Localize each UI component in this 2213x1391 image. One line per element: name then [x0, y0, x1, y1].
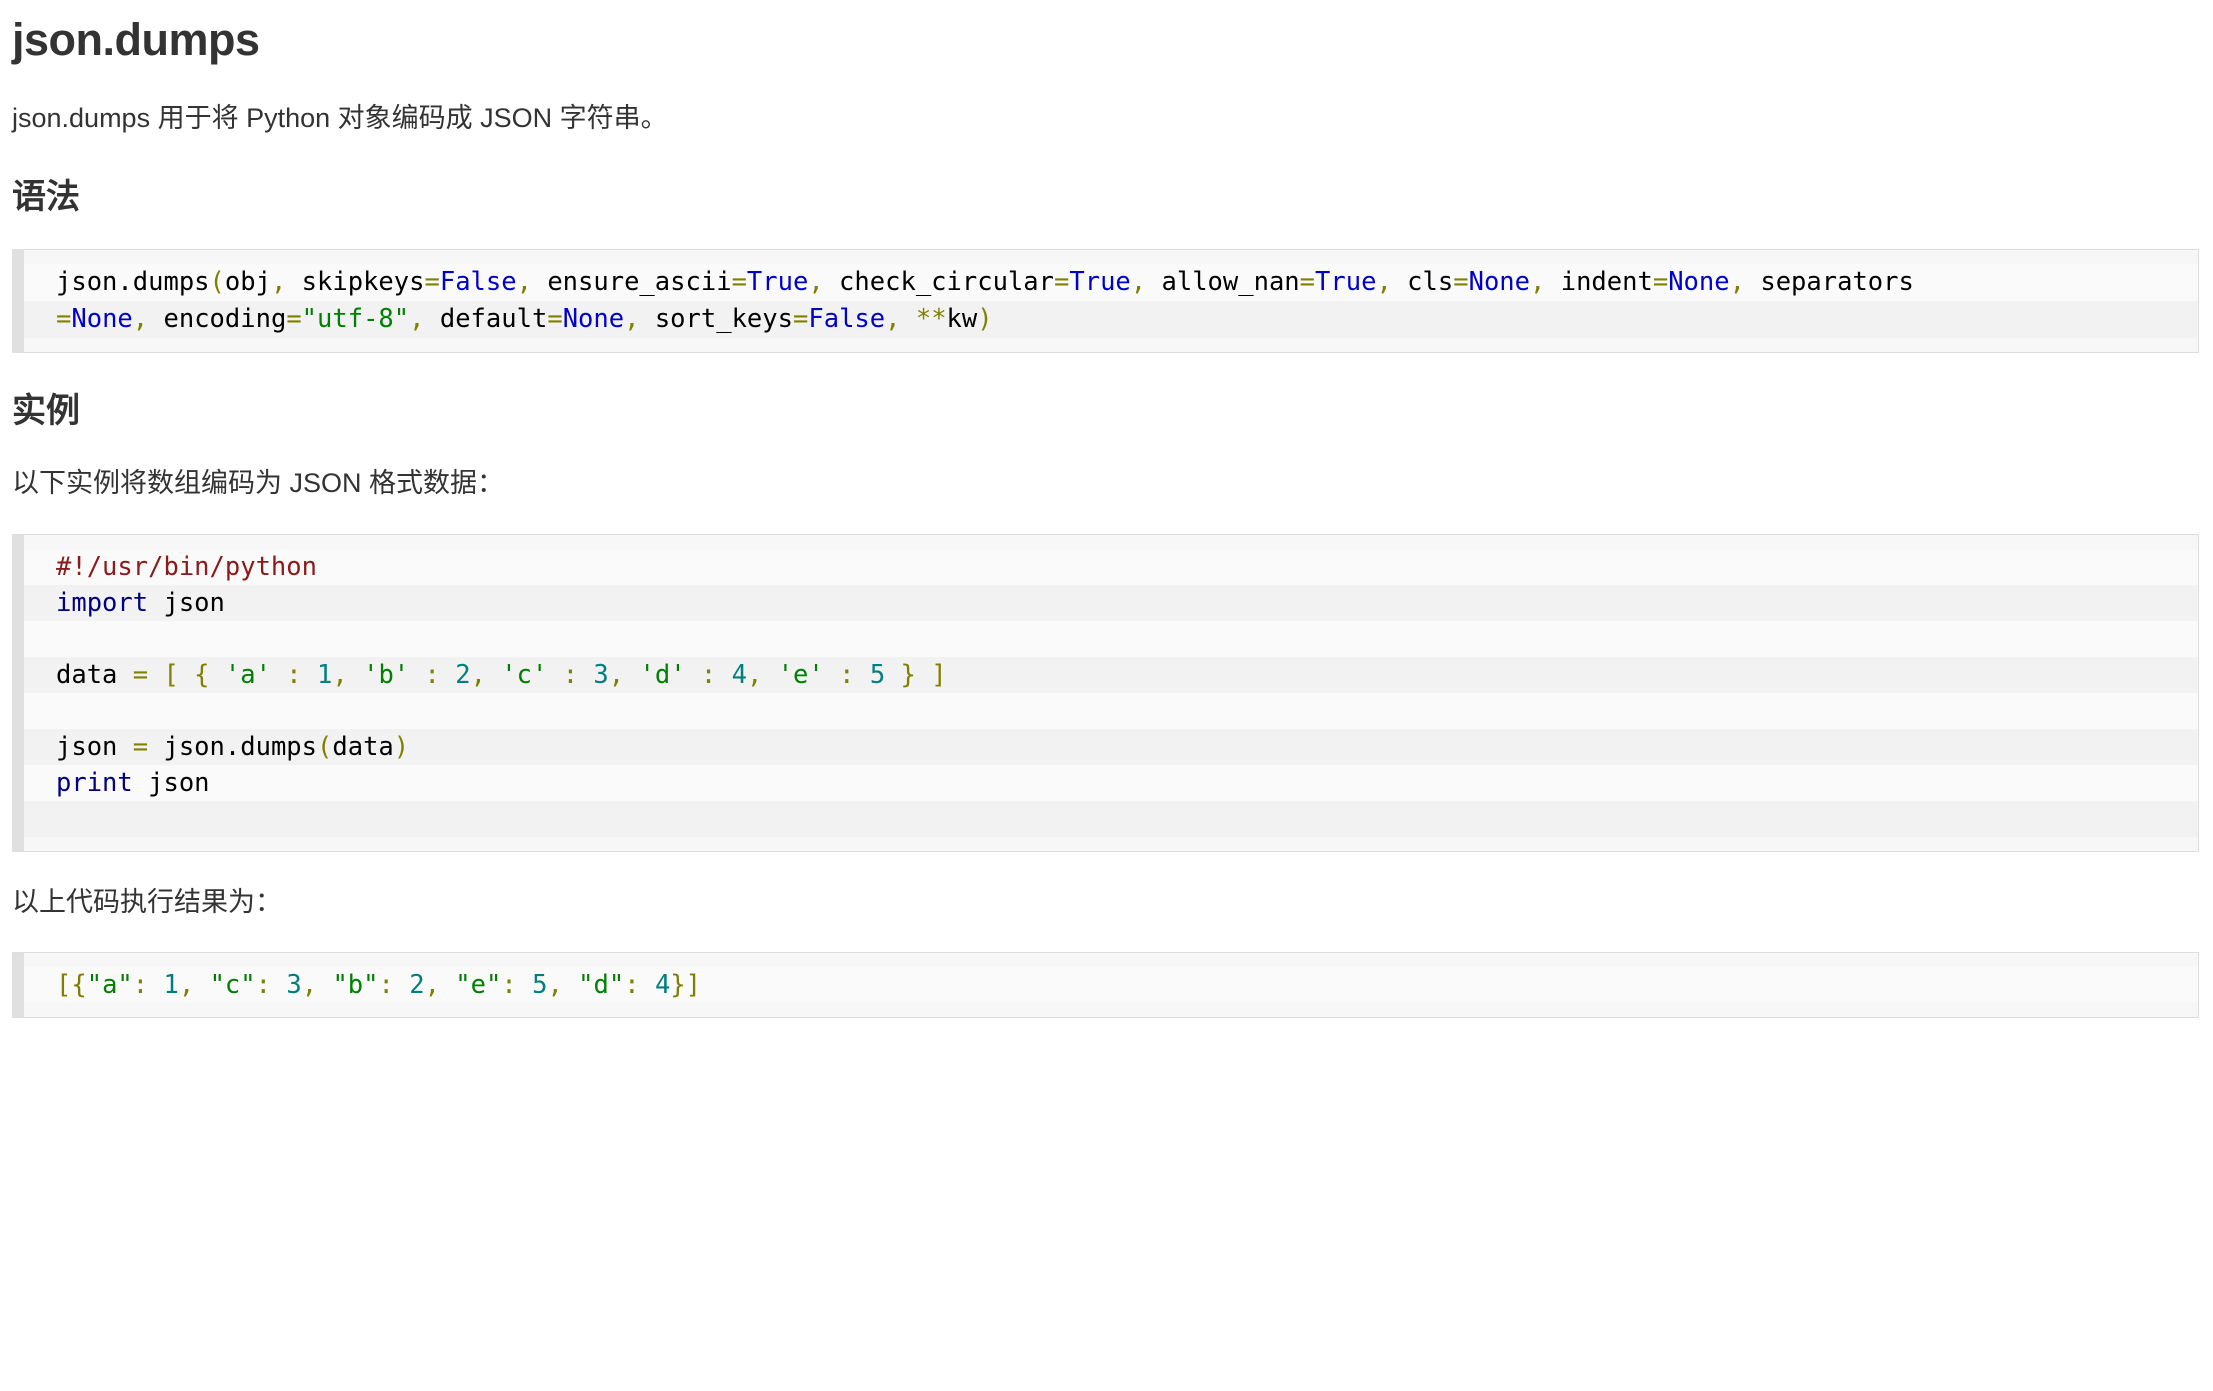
page-title: json.dumps — [12, 14, 260, 65]
code-line: print json — [24, 764, 2198, 801]
code-line: #!/usr/bin/python — [24, 548, 2198, 585]
section-heading-example: 实例 — [12, 391, 80, 430]
code-block-bottom-padding — [24, 337, 2198, 352]
code-block-bottom-padding — [24, 1003, 2198, 1018]
code-line: json.dumps(obj, skipkeys=False, ensure_a… — [24, 263, 2198, 301]
code-line: json = json.dumps(data) — [24, 728, 2198, 765]
code-line-blank — [24, 800, 2198, 837]
result-code-block[interactable]: [{"a": 1, "c": 3, "b": 2, "e": 5, "d": 4… — [12, 952, 2199, 1019]
code-line: =None, encoding="utf-8", default=None, s… — [24, 300, 2198, 338]
section-heading-syntax: 语法 — [12, 177, 80, 216]
intro-paragraph: json.dumps 用于将 Python 对象编码成 JSON 字符串。 — [12, 103, 668, 134]
code-line-blank — [24, 620, 2198, 657]
code-block-top-padding — [24, 534, 2198, 549]
document-page: json.dumps json.dumps 用于将 Python 对象编码成 J… — [0, 12, 2213, 1019]
code-block-bottom-padding — [24, 836, 2198, 851]
result-intro-paragraph: 以上代码执行结果为： — [12, 886, 282, 917]
example-intro-paragraph: 以下实例将数组编码为 JSON 格式数据： — [12, 468, 505, 499]
code-line: data = [ { 'a' : 1, 'b' : 2, 'c' : 3, 'd… — [24, 656, 2198, 693]
code-line-blank — [24, 692, 2198, 729]
example-code-block[interactable]: #!/usr/bin/python import json data = [ {… — [12, 533, 2199, 852]
code-line: import json — [24, 584, 2198, 621]
code-block-top-padding — [24, 249, 2198, 264]
code-block-top-padding — [24, 953, 2198, 968]
syntax-code-block[interactable]: json.dumps(obj, skipkeys=False, ensure_a… — [12, 248, 2199, 353]
code-line: [{"a": 1, "c": 3, "b": 2, "e": 5, "d": 4… — [24, 967, 2198, 1004]
